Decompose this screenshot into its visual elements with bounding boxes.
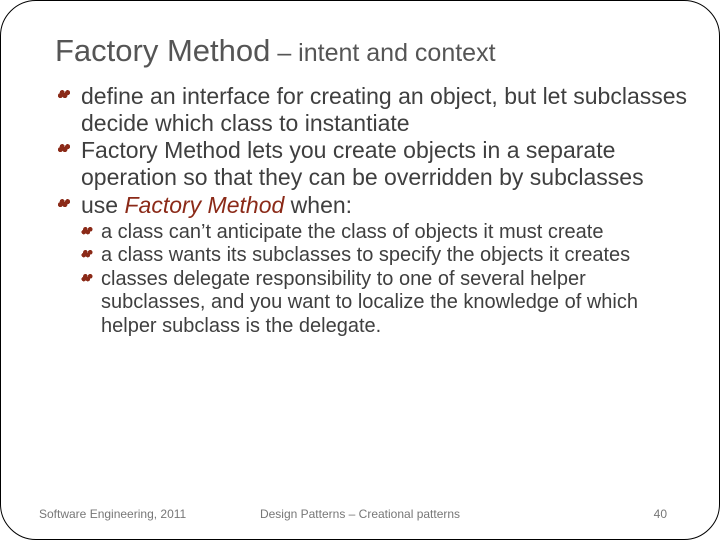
footer-left: Software Engineering, 2011 xyxy=(39,507,186,521)
title-main: Factory Method xyxy=(55,33,270,68)
footer-page-number: 40 xyxy=(654,507,667,521)
sub-bullet-2-text: a class wants its subclasses to specify … xyxy=(101,244,630,266)
bullet-3-em: Factory Method xyxy=(124,192,284,218)
sub-bullet-1-text: a class can’t anticipate the class of ob… xyxy=(101,221,603,243)
bullet-1-text: define an interface for creating an obje… xyxy=(81,83,687,136)
sub-bullet-3-text: classes delegate responsibility to one o… xyxy=(101,268,638,337)
bullet-2: Factory Method lets you create objects i… xyxy=(55,137,689,191)
title-sep: – xyxy=(270,39,298,67)
bullet-3: use Factory Method when: xyxy=(55,192,689,219)
slide-frame: Factory Method – intent and context defi… xyxy=(0,0,720,540)
sub-bullet-list: a class can’t anticipate the class of ob… xyxy=(79,221,689,339)
bullet-2-text: Factory Method lets you create objects i… xyxy=(81,137,644,190)
bullet-3-suffix: when: xyxy=(284,192,352,218)
main-bullet-list: define an interface for creating an obje… xyxy=(55,83,689,219)
sub-bullet-1: a class can’t anticipate the class of ob… xyxy=(79,221,689,245)
sub-bullet-3: classes delegate responsibility to one o… xyxy=(79,268,689,339)
title-sub: intent and context xyxy=(298,39,495,67)
bullet-1: define an interface for creating an obje… xyxy=(55,83,689,137)
bullet-3-prefix: use xyxy=(81,192,124,218)
slide-title: Factory Method – intent and context xyxy=(55,33,689,69)
footer-center: Design Patterns – Creational patterns xyxy=(260,507,460,521)
sub-bullet-2: a class wants its subclasses to specify … xyxy=(79,244,689,268)
